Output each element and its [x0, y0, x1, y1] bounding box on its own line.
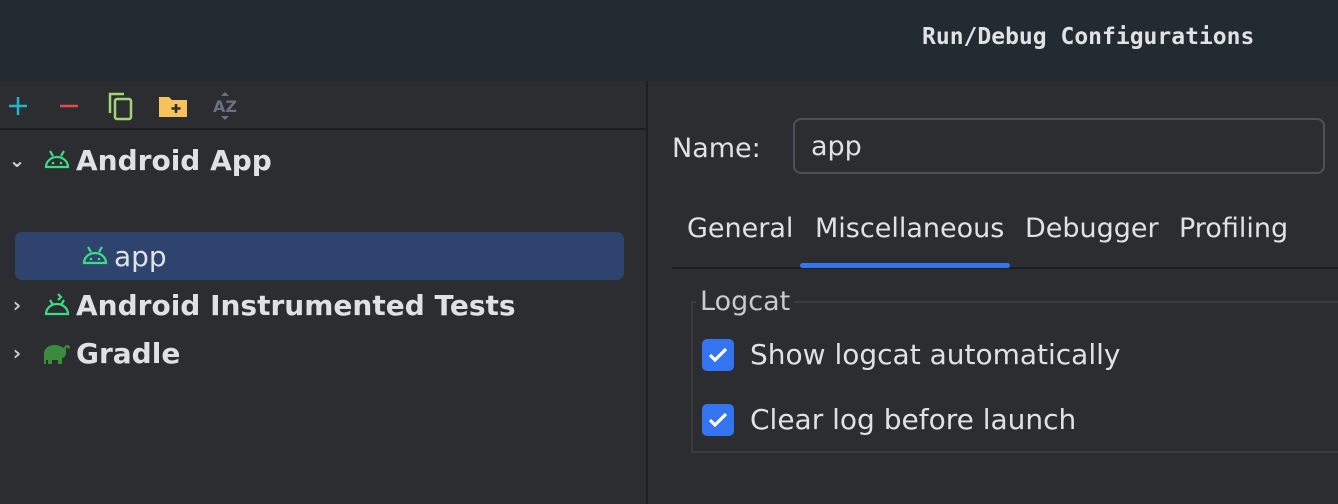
clear-log-label[interactable]: Clear log before launch [750, 403, 1076, 436]
checkmark-icon [708, 412, 728, 428]
tree-item-label: Android Instrumented Tests [76, 288, 516, 322]
chevron-right-icon[interactable]: › [6, 341, 28, 365]
configurations-toolbar: AZ [0, 81, 646, 130]
clear-log-checkbox[interactable] [702, 404, 734, 436]
copy-icon[interactable] [106, 91, 136, 121]
android-test-icon [44, 293, 70, 316]
active-tab-indicator [800, 263, 1010, 268]
chevron-right-icon[interactable]: › [6, 293, 28, 317]
tab-debugger[interactable]: Debugger [1025, 213, 1159, 244]
new-folder-icon[interactable] [158, 91, 188, 121]
chevron-down-icon[interactable]: ⌄ [6, 148, 28, 172]
tree-item-label: app [114, 239, 167, 273]
configuration-editor: Name: General Miscellaneous Debugger Pro… [650, 81, 1338, 504]
logcat-group-title: Logcat [696, 286, 795, 317]
tab-general[interactable]: General [687, 213, 793, 244]
window-title: Run/Debug Configurations [922, 24, 1255, 50]
name-input[interactable] [793, 118, 1325, 174]
checkmark-icon [708, 347, 728, 363]
svg-text:AZ: AZ [213, 97, 237, 116]
tab-profiling[interactable]: Profiling [1179, 213, 1288, 244]
tree-item-gradle[interactable]: › Gradle [0, 329, 180, 377]
tree-item-label: Gradle [76, 336, 181, 370]
show-logcat-checkbox[interactable] [702, 339, 734, 371]
tab-miscellaneous[interactable]: Miscellaneous [815, 213, 1004, 244]
gradle-elephant-icon [44, 345, 70, 364]
tree-item-label: Android App [76, 143, 272, 177]
show-logcat-label[interactable]: Show logcat automatically [750, 338, 1120, 371]
android-icon [82, 246, 108, 265]
sort-alphabetically-icon[interactable]: AZ [210, 91, 240, 121]
tab-bar: General Miscellaneous Debugger Profiling [672, 191, 1338, 269]
tree-item-android-instrumented-tests[interactable]: › Android Instrumented Tests [0, 281, 516, 329]
android-icon [44, 150, 70, 169]
tree-item-app[interactable]: app [80, 232, 167, 280]
title-bar: Run/Debug Configurations [0, 0, 1338, 81]
name-label: Name: [672, 133, 761, 164]
configurations-panel: AZ ⌄ Android App app › Android Instrumen… [0, 81, 648, 504]
tree-item-android-app[interactable]: ⌄ Android App [0, 136, 272, 184]
remove-icon[interactable] [54, 91, 84, 121]
add-icon[interactable] [3, 91, 33, 121]
